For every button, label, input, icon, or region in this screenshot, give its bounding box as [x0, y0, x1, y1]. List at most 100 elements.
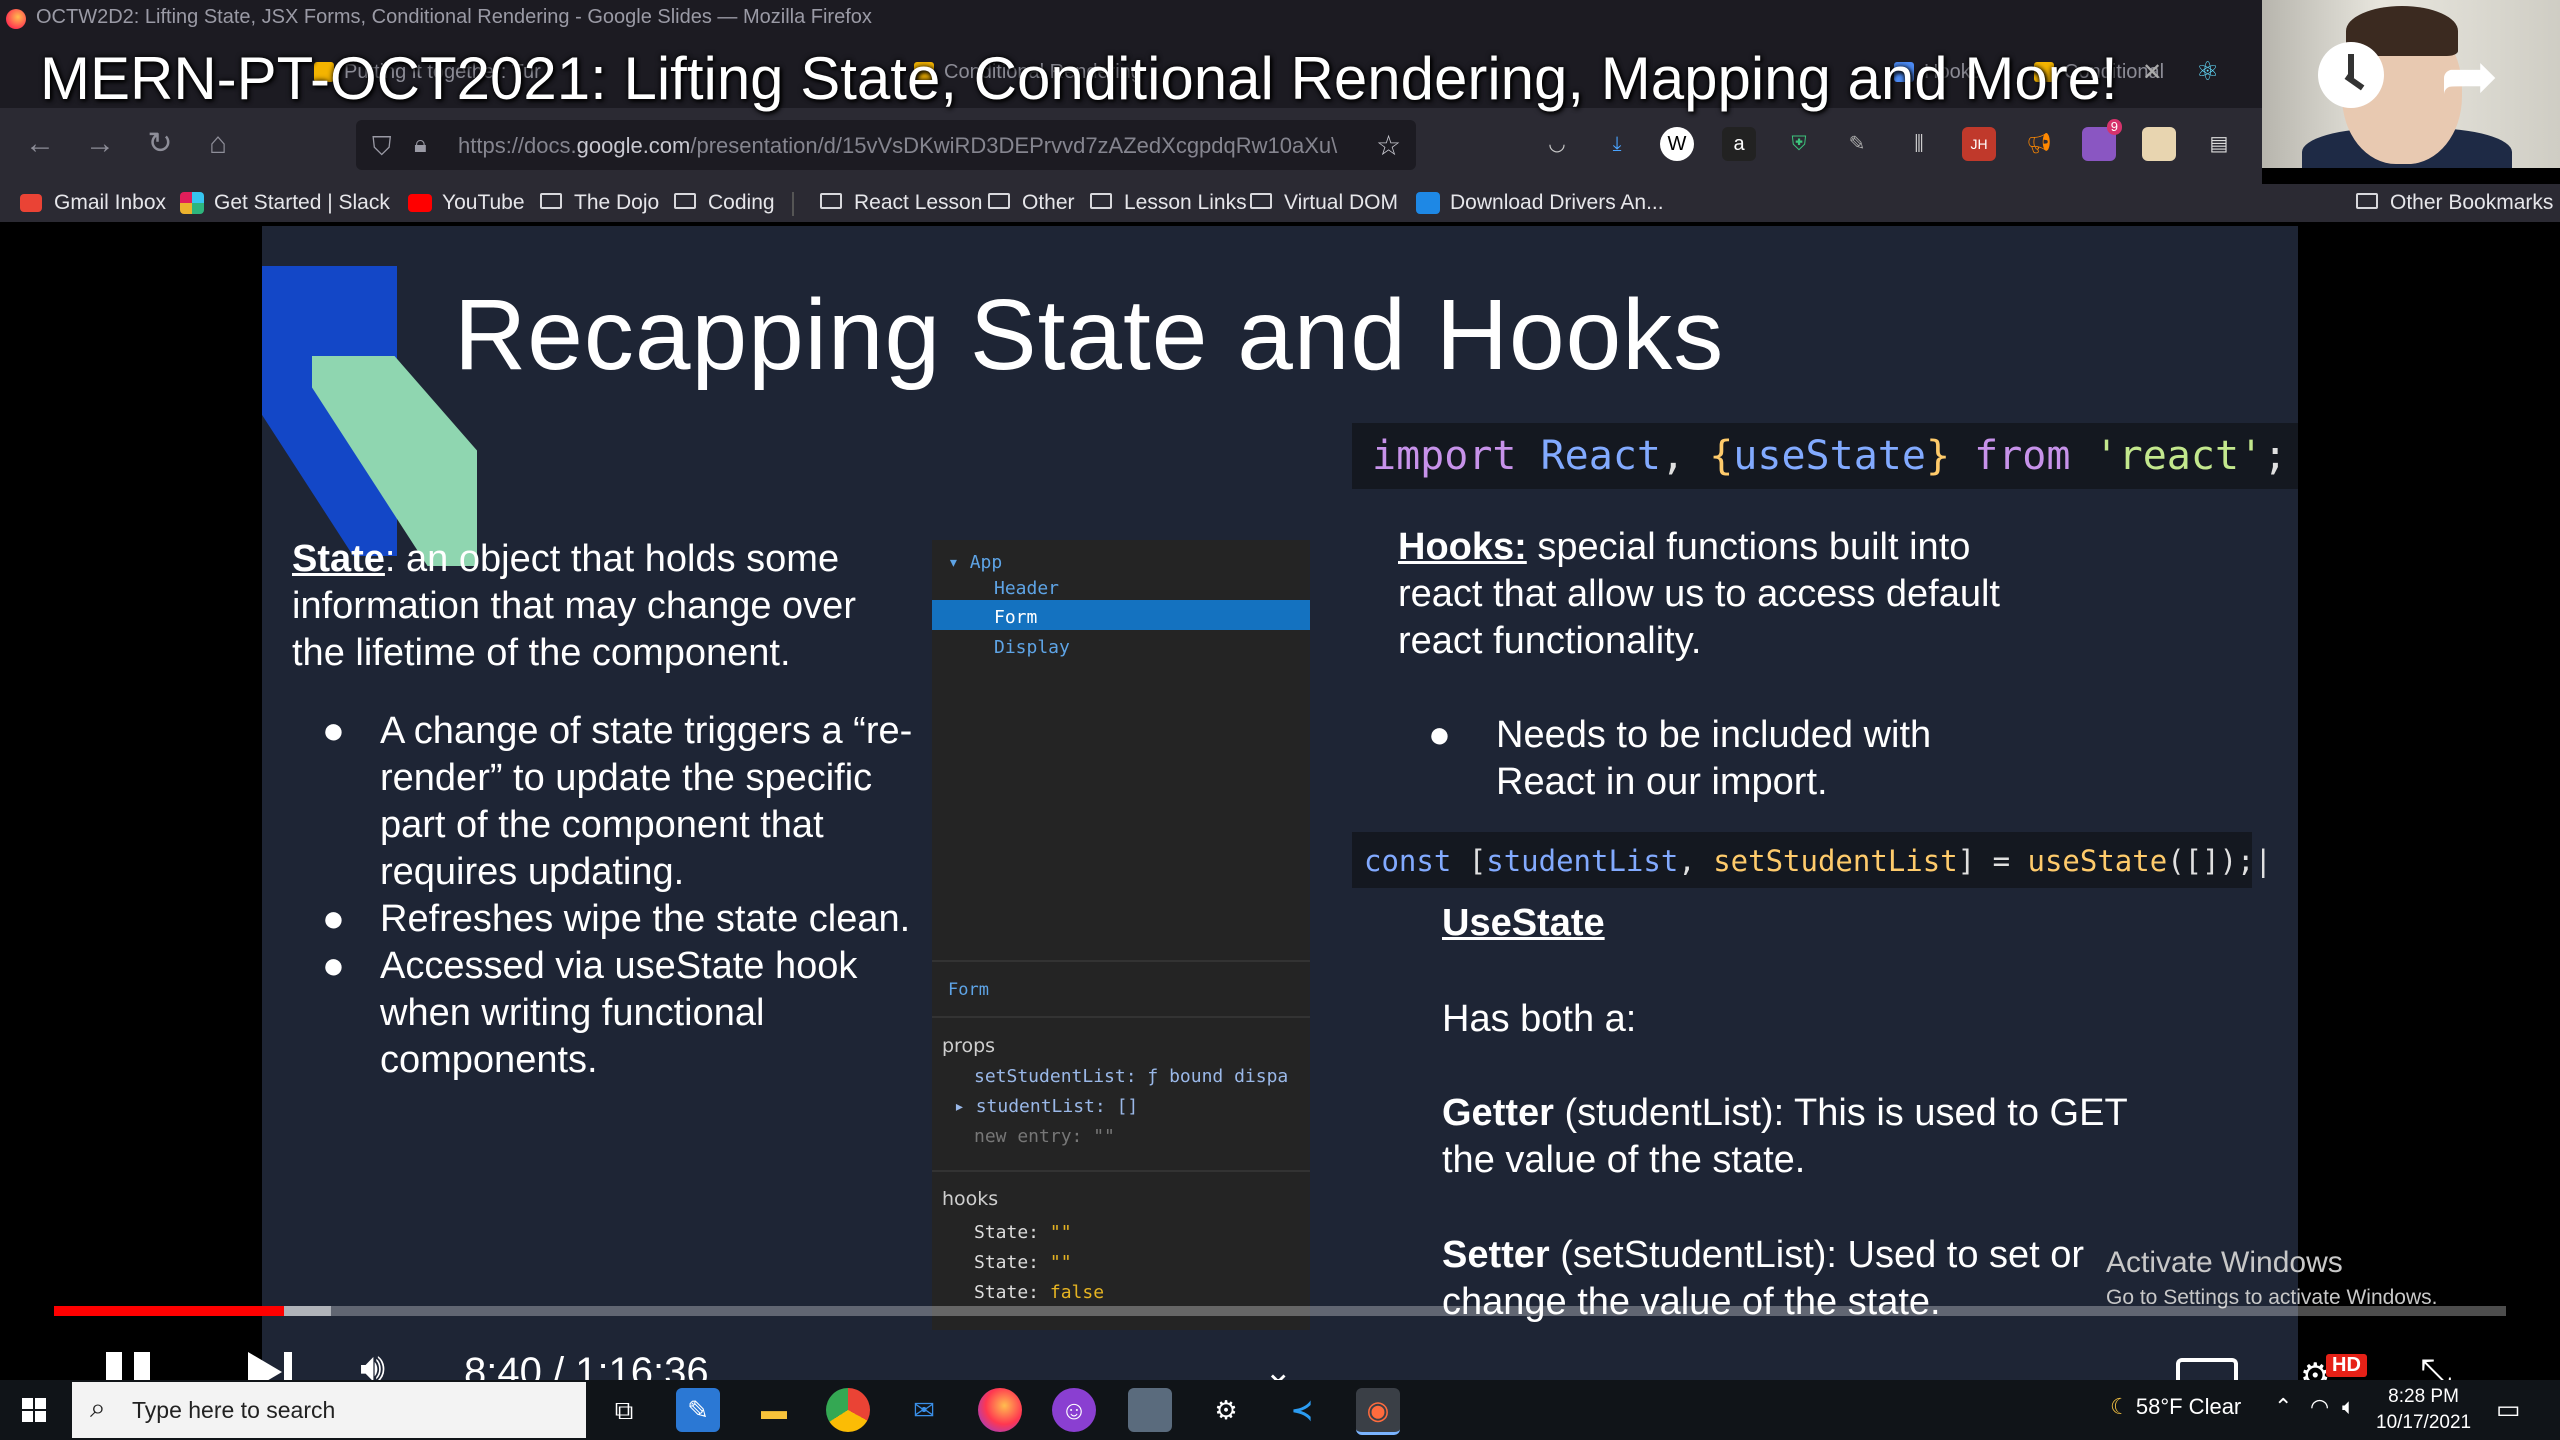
obs-icon[interactable]: ◉ [1356, 1388, 1400, 1435]
bookmark-folder-coding[interactable]: Coding [674, 188, 775, 218]
jh-extension-icon[interactable]: JH [1962, 127, 1996, 161]
settings-gear-icon[interactable]: ⚙ [1204, 1388, 1248, 1432]
folder-icon [1090, 193, 1112, 209]
bullet-text: Needs to be included with React in our i… [1496, 714, 1932, 803]
amazon-icon[interactable]: a [1722, 127, 1756, 161]
share-icon[interactable]: ➦ [2440, 41, 2499, 111]
bookmark-download-drivers[interactable]: Download Drivers An... [1416, 188, 1664, 218]
vscode-icon[interactable]: ≺ [1280, 1388, 1324, 1432]
mail-icon[interactable]: ✉ [902, 1388, 946, 1432]
folder-icon [988, 193, 1010, 209]
search-icon: ⌕ [90, 1392, 106, 1423]
bullet-dot: ● [1428, 714, 1451, 756]
getter-description: Getter (studentList): This is used to GE… [1442, 1092, 2127, 1181]
file-explorer-icon[interactable]: ▬ [752, 1388, 796, 1432]
search-placeholder[interactable]: Type here to search [132, 1397, 335, 1424]
other-bookmarks-folder[interactable]: Other Bookmarks [2356, 188, 2553, 218]
folder-icon [820, 193, 842, 209]
bookmark-folder-react-lesson[interactable]: React Lesson [820, 188, 982, 218]
progress-bar[interactable] [54, 1306, 2506, 1316]
video-title[interactable]: MERN-PT-OCT2021: Lifting State, Conditio… [40, 44, 2118, 113]
bookmark-slack[interactable]: Get Started | Slack [180, 188, 390, 218]
next-bar [284, 1352, 292, 1382]
lock-icon[interactable]: 🔒︎ [414, 131, 427, 159]
library-icon[interactable]: ⫼ [1902, 127, 1936, 161]
tab-close-icon[interactable]: ✕ [2142, 58, 2162, 87]
react-devtools-panel: ▾ App Header Form Display Form props set… [932, 540, 1310, 1330]
pen-icon[interactable]: ✎ [1840, 127, 1874, 161]
bookmark-gmail[interactable]: Gmail Inbox [20, 188, 166, 218]
bookmark-separator [792, 192, 794, 216]
slide-title: Recapping State and Hooks [454, 279, 1725, 391]
windows-start-icon[interactable] [22, 1398, 46, 1422]
bullet-text: A change of state triggers a “re-render”… [380, 710, 913, 893]
shield-extension-icon[interactable]: ⛨ [1782, 127, 1816, 161]
webcam-feed [2262, 0, 2560, 168]
taskbar-search[interactable]: ⌕ Type here to search [72, 1382, 586, 1438]
shield-icon[interactable]: ⛉ [372, 131, 392, 163]
reader-icon[interactable]: ▤ [2202, 127, 2236, 161]
bullet-dot: ● [322, 710, 345, 752]
has-both-text: Has both a: [1442, 998, 1637, 1040]
photos-icon[interactable] [1128, 1388, 1172, 1432]
usestate-heading: UseState [1442, 902, 1605, 944]
pocket-icon[interactable]: ◡ [1540, 127, 1574, 161]
pause-icon[interactable] [106, 1352, 122, 1382]
speaker-icon[interactable]: 🔈︎ [2342, 1394, 2355, 1420]
firefox-taskbar-icon[interactable] [978, 1388, 1022, 1432]
home-icon[interactable]: ⌂ [196, 122, 240, 166]
props-label: props [942, 1035, 996, 1057]
hook-row: State: "" [974, 1252, 1072, 1273]
folder-icon [540, 193, 562, 209]
tree-selection-highlight [932, 600, 1310, 630]
folder-icon [1250, 193, 1272, 209]
bookmark-folder-other[interactable]: Other [988, 188, 1075, 218]
star-icon[interactable]: ☆ [1376, 129, 1401, 162]
moon-icon: ☾ [2110, 1394, 2130, 1419]
activate-windows-watermark: Activate Windows Go to Settings to activ… [2106, 1246, 2438, 1310]
back-icon[interactable]: ← [18, 122, 62, 166]
bookmark-folder-lesson-links[interactable]: Lesson Links [1090, 188, 1247, 218]
weather-widget[interactable]: ☾ 58°F Clear [2110, 1394, 2241, 1420]
forward-icon[interactable]: → [78, 122, 122, 166]
task-view-icon[interactable]: ⧉ [602, 1388, 646, 1432]
bullet-dot: ● [322, 898, 345, 940]
discord-icon[interactable]: ☺ [1052, 1388, 1096, 1432]
download-icon[interactable]: ⤓ [1600, 127, 1634, 161]
watch-later-icon[interactable] [2318, 42, 2384, 108]
slack-icon [180, 192, 204, 214]
state-definition: State: an object that holds some informa… [292, 536, 912, 677]
prop-row: setStudentList: ƒ bound dispa [974, 1066, 1289, 1087]
divider [932, 1016, 1310, 1018]
bookmark-youtube[interactable]: YouTube [408, 188, 525, 218]
state-term: State [292, 538, 385, 580]
tree-node-form: Form [994, 607, 1038, 628]
code-block-import: import React, {useState} from 'react'; [1352, 423, 2298, 489]
firefox-icon [6, 9, 26, 29]
wikipedia-icon[interactable]: W [1660, 127, 1694, 161]
bullet-dot: ● [322, 945, 345, 987]
reload-icon[interactable]: ↻ [138, 122, 182, 166]
wifi-icon[interactable]: ◠ [2310, 1394, 2329, 1420]
tree-node-header: Header [994, 578, 1060, 599]
megaphone-icon[interactable]: 📢︎ [2022, 127, 2056, 161]
extensions-icon[interactable]: 9 [2082, 119, 2122, 161]
tray-chevron-icon[interactable]: ⌃ [2274, 1394, 2292, 1420]
taskbar-clock[interactable]: 8:28 PM 10/17/2021 [2376, 1384, 2471, 1436]
bookmark-folder-dojo[interactable]: The Dojo [540, 188, 659, 218]
chrome-icon[interactable] [826, 1388, 870, 1432]
url-text[interactable]: https://docs.google.com/presentation/d/1… [458, 133, 1337, 159]
folder-icon [2356, 193, 2378, 209]
whiteboard-icon[interactable]: ✎ [676, 1388, 720, 1432]
hook-row: State: false [974, 1282, 1105, 1303]
state-bullet-1: ● A change of state triggers a “re-rende… [322, 708, 922, 898]
bookmark-folder-virtual-dom[interactable]: Virtual DOM [1250, 188, 1398, 218]
bullet-text: Refreshes wipe the state clean. [380, 898, 911, 940]
note-icon[interactable] [2142, 127, 2176, 161]
url-bar[interactable]: ⛉ 🔒︎ https://docs.google.com/presentatio… [356, 120, 1416, 170]
gmail-icon [20, 194, 42, 212]
notification-icon[interactable]: ▭ [2496, 1394, 2521, 1425]
hooks-definition: Hooks: special functions built into reac… [1398, 524, 2018, 665]
tree-node-display: Display [994, 637, 1070, 658]
react-icon[interactable]: ⚛ [2196, 56, 2219, 87]
